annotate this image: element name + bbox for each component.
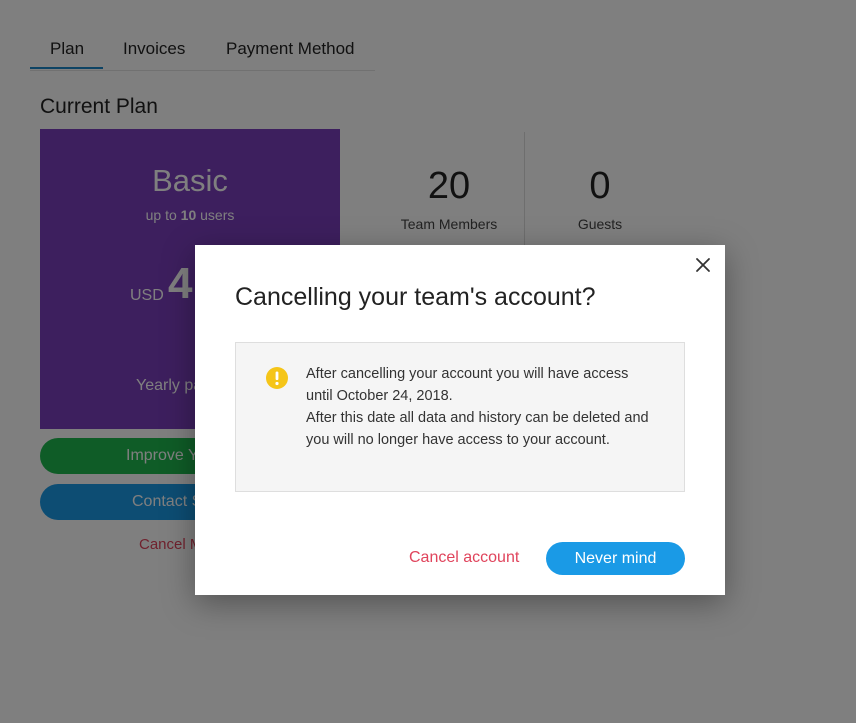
notice-line: After this date all data and history can… xyxy=(306,410,649,426)
notice-line: After cancelling your account you will h… xyxy=(306,366,629,382)
notice-text: After cancelling your account you will h… xyxy=(306,363,676,451)
warning-notice: After cancelling your account you will h… xyxy=(235,342,685,492)
notice-line: you will no longer have access to your a… xyxy=(306,432,610,448)
close-icon[interactable] xyxy=(693,255,713,275)
never-mind-button[interactable]: Never mind xyxy=(546,542,685,575)
notice-line: until October 24, 2018. xyxy=(306,388,453,404)
cancel-account-button[interactable]: Cancel account xyxy=(409,549,519,567)
cancel-account-dialog: Cancelling your team's account? After ca… xyxy=(195,245,725,595)
warning-icon xyxy=(266,367,288,389)
dialog-title: Cancelling your team's account? xyxy=(235,283,596,311)
